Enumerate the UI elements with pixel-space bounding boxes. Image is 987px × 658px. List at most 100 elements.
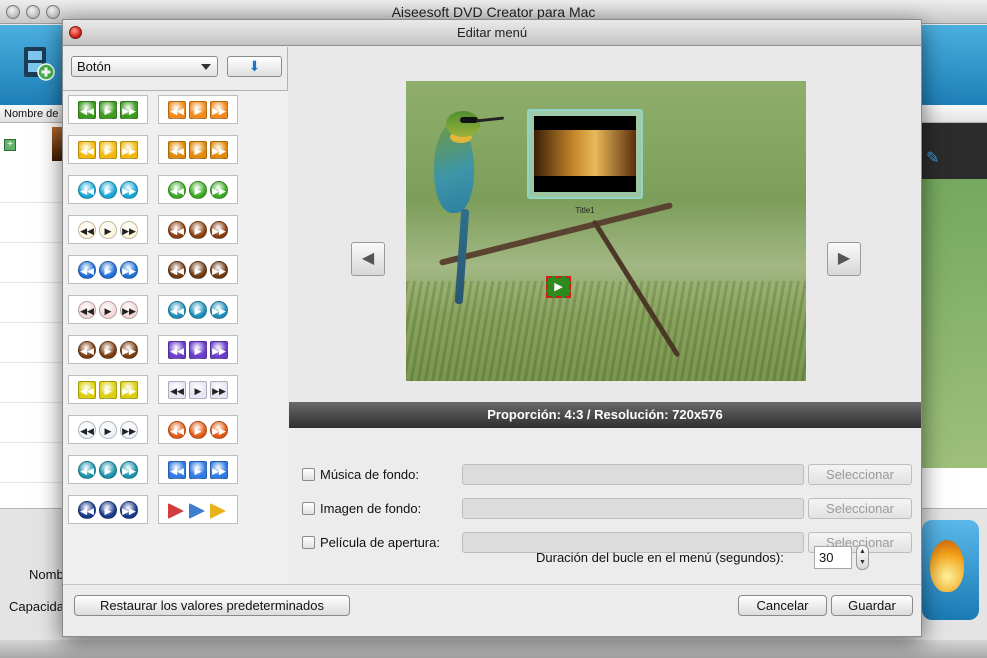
element-type-select[interactable]: Botón (71, 56, 218, 77)
fast-forward-icon-swatch: ▶▶ (120, 141, 138, 159)
list-row[interactable] (0, 363, 62, 403)
list-row[interactable] (0, 163, 62, 203)
rewind-icon: ◀◀ (80, 146, 94, 156)
bg-image-path-field (462, 498, 804, 519)
list-row[interactable] (0, 323, 62, 363)
window-close-icon[interactable] (6, 5, 20, 19)
capacity-label: Capacida (9, 599, 64, 614)
fast-forward-icon: ▶▶ (212, 266, 226, 276)
play-icon-swatch: ▶ (99, 221, 117, 239)
expand-icon[interactable]: + (4, 139, 16, 151)
rewind-icon-swatch: ◀◀ (78, 101, 96, 119)
button-style-yellow-green-square[interactable]: ◀◀ ▶ ▶▶ (68, 375, 148, 404)
button-style-orange-glossy-round[interactable]: ◀◀ ▶ ▶▶ (158, 415, 238, 444)
list-row[interactable] (0, 203, 62, 243)
button-style-amber-square[interactable]: ◀◀ ▶ ▶▶ (158, 135, 238, 164)
rewind-icon-swatch: ◀◀ (168, 141, 186, 159)
bird-image (475, 116, 505, 123)
play-button[interactable]: ▶ (546, 276, 571, 298)
dialog-close-icon[interactable] (69, 26, 82, 39)
button-style-teal-round[interactable]: ◀◀ ▶ ▶▶ (158, 295, 238, 324)
play-icon-swatch: ▶ (189, 341, 207, 359)
fast-forward-icon-swatch: ▶▶ (120, 381, 138, 399)
fast-forward-icon: ▶▶ (122, 426, 136, 436)
loop-duration-stepper[interactable]: ▲ ▼ (856, 545, 869, 570)
rewind-icon-swatch (168, 503, 184, 519)
button-style-yellow-square[interactable]: ◀◀ ▶ ▶▶ (68, 135, 148, 164)
play-icon: ▶ (104, 226, 112, 236)
play-icon: ▶ (194, 226, 202, 236)
button-style-green-square[interactable]: ◀◀ ▶ ▶▶ (68, 95, 148, 124)
rewind-icon-swatch: ◀◀ (78, 461, 96, 479)
play-icon: ▶ (104, 466, 112, 476)
window-minimize-icon[interactable] (26, 5, 40, 19)
button-style-orange-square[interactable]: ◀◀ ▶ ▶▶ (158, 95, 238, 124)
list-row[interactable] (0, 243, 62, 283)
bg-music-checkbox[interactable] (302, 468, 315, 481)
status-bar (0, 640, 987, 658)
play-icon-swatch: ▶ (189, 381, 207, 399)
button-style-green-round[interactable]: ◀◀ ▶ ▶▶ (158, 175, 238, 204)
opening-film-checkbox[interactable] (302, 536, 315, 549)
button-style-multicolor-arrow[interactable] (158, 495, 238, 524)
play-icon-swatch: ▶ (99, 301, 117, 319)
play-icon: ▶ (104, 386, 112, 396)
play-icon: ▶ (104, 186, 112, 196)
title-label[interactable]: Title1 (527, 206, 643, 215)
fast-forward-icon-swatch: ▶▶ (210, 141, 228, 159)
save-button[interactable]: Guardar (831, 595, 913, 616)
edit-menu-icon[interactable]: ✎ (926, 148, 946, 168)
window-zoom-icon[interactable] (46, 5, 60, 19)
play-icon: ▶ (194, 426, 202, 436)
fast-forward-icon: ▶▶ (212, 426, 226, 436)
button-style-white-round[interactable]: ◀◀ ▶ ▶▶ (68, 415, 148, 444)
rewind-icon: ◀◀ (80, 426, 94, 436)
video-thumbnail (52, 127, 62, 161)
list-row[interactable] (0, 283, 62, 323)
preview-area: ◀ Title1 ▶ ▶ (289, 47, 921, 402)
rewind-icon-swatch: ◀◀ (168, 181, 186, 199)
loop-duration-input[interactable]: 30 (814, 546, 852, 569)
play-icon: ▶ (104, 146, 112, 156)
fast-forward-icon-swatch: ▶▶ (210, 221, 228, 239)
fast-forward-icon-swatch: ▶▶ (120, 301, 138, 319)
rewind-icon-swatch: ◀◀ (78, 141, 96, 159)
fast-forward-icon-swatch: ▶▶ (120, 501, 138, 519)
fast-forward-icon: ▶▶ (212, 226, 226, 236)
rewind-icon: ◀◀ (80, 306, 94, 316)
button-style-pale-square[interactable]: ◀◀ ▶ ▶▶ (158, 375, 238, 404)
button-style-navy-round[interactable]: ◀◀ ▶ ▶▶ (68, 495, 148, 524)
cancel-button[interactable]: Cancelar (738, 595, 827, 616)
fast-forward-icon: ▶▶ (212, 186, 226, 196)
button-style-brown-round[interactable]: ◀◀ ▶ ▶▶ (158, 215, 238, 244)
rewind-icon: ◀◀ (170, 226, 184, 236)
button-style-pink-round[interactable]: ◀◀ ▶ ▶▶ (68, 295, 148, 324)
button-style-brown-round-2[interactable]: ◀◀ ▶ ▶▶ (158, 255, 238, 284)
bg-music-select-button[interactable]: Seleccionar (808, 464, 912, 485)
import-style-button[interactable]: ⬇ (227, 56, 282, 77)
button-style-blue-round[interactable]: ◀◀ ▶ ▶▶ (68, 255, 148, 284)
button-style-purple-square[interactable]: ◀◀ ▶ ▶▶ (158, 335, 238, 364)
rewind-icon-swatch: ◀◀ (168, 421, 186, 439)
list-row[interactable] (0, 443, 62, 483)
add-video-icon[interactable] (22, 45, 56, 81)
bg-image-checkbox[interactable] (302, 502, 315, 515)
button-style-outline-round[interactable]: ◀◀ ▶ ▶▶ (68, 215, 148, 244)
menu-preview: Title1 ▶ (406, 81, 806, 381)
button-style-blue-square[interactable]: ◀◀ ▶ ▶▶ (158, 455, 238, 484)
rewind-icon: ◀◀ (170, 306, 184, 316)
list-row[interactable] (0, 403, 62, 443)
button-style-teal-drop[interactable]: ◀◀ ▶ ▶▶ (68, 455, 148, 484)
play-icon-swatch: ▶ (99, 381, 117, 399)
next-page-button[interactable]: ▶ (827, 242, 861, 276)
title-thumbnail-frame[interactable] (527, 109, 643, 199)
button-style-brown-round-3[interactable]: ◀◀ ▶ ▶▶ (68, 335, 148, 364)
fast-forward-icon: ▶▶ (212, 466, 226, 476)
rewind-icon-swatch: ◀◀ (78, 301, 96, 319)
fast-forward-icon: ▶▶ (122, 466, 136, 476)
play-icon: ▶ (194, 306, 202, 316)
restore-defaults-button[interactable]: Restaurar los valores predeterminados (74, 595, 350, 616)
bg-image-select-button[interactable]: Seleccionar (808, 498, 912, 519)
previous-page-button[interactable]: ◀ (351, 242, 385, 276)
button-style-cyan-round[interactable]: ◀◀ ▶ ▶▶ (68, 175, 148, 204)
